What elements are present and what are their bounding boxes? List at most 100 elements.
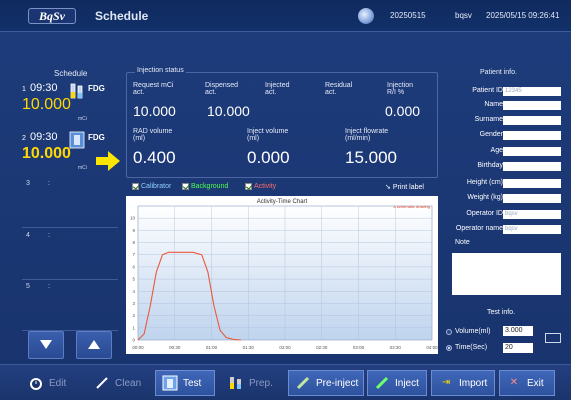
patient-info-heading: Patient info.: [480, 69, 517, 76]
activity-time-chart: Activity-Time Chart A schematic drawing 0 1…: [126, 196, 438, 354]
brand-logo: BqSv: [28, 8, 76, 24]
y-tick-label: 3: [132, 301, 135, 306]
patient-field-input[interactable]: [503, 101, 561, 110]
patient-field-label: Birthday: [477, 162, 503, 169]
checkbox-checked-icon: [182, 183, 189, 190]
patient-field-input[interactable]: 12345: [503, 87, 561, 96]
y-tick-label: 7: [132, 252, 135, 257]
pre-inject-label: Pre-inject: [316, 377, 359, 389]
rad-volume-value: 0.400: [133, 148, 176, 167]
patient-field-input[interactable]: [503, 131, 561, 140]
patient-field-label: Surname: [474, 116, 503, 123]
note-label: Note: [455, 239, 470, 246]
patient-field-input[interactable]: [503, 162, 561, 171]
background-checkbox[interactable]: Background: [182, 183, 228, 190]
y-tick-label: 2: [132, 313, 135, 318]
schedule-activity: 10.000: [22, 145, 71, 162]
residual-act-label: Residual act.: [325, 82, 353, 96]
pre-inject-button[interactable]: Pre-inject: [288, 370, 364, 396]
patient-field-label: Weight (kg): [467, 194, 503, 201]
patient-field-label: Operator ID: [466, 210, 503, 217]
patient-field-input[interactable]: [503, 179, 561, 188]
schedule-slot-5[interactable]: 5 :: [22, 283, 118, 331]
scroll-down-button[interactable]: [28, 331, 64, 359]
patient-field-label: Operator name: [455, 225, 503, 232]
patient-field-label: Name: [484, 101, 503, 108]
syringe-icon: [296, 376, 310, 390]
volume-label: Volume(ml): [455, 328, 491, 335]
inject-syringe-icon: [375, 376, 389, 390]
injection-status-heading: Injection status: [135, 67, 186, 74]
time-radio[interactable]: Time(Sec): [446, 344, 487, 351]
bottom-toolbar: Edit Clean Test Prep. Pre-inject Inject …: [0, 364, 571, 400]
schedule-activity: 10.000: [22, 96, 71, 113]
app-window: BqSv Schedule 20250515 bqsv 2025/05/15 0…: [0, 0, 571, 400]
chart-svg: Activity-Time ChartA schematic drawing01…: [130, 199, 438, 350]
schedule-unit: mCi: [78, 116, 87, 122]
radio-off-icon: [446, 328, 452, 335]
test-button[interactable]: Test: [155, 370, 215, 396]
keyboard-icon[interactable]: [545, 333, 561, 343]
x-tick-label: 02:30: [316, 345, 328, 350]
dispensed-act-label: Dispensed act.: [205, 82, 239, 96]
patient-field-input[interactable]: [503, 147, 561, 156]
close-icon: ✕: [509, 377, 519, 388]
print-label-button[interactable]: ➘ Print label: [385, 183, 424, 191]
slot-num: 3: [26, 180, 30, 187]
header-datetime: 2025/05/15 09:26:41: [486, 11, 560, 20]
test-time-input[interactable]: 20: [503, 343, 533, 353]
slot-num: 4: [26, 232, 30, 239]
prep-button[interactable]: Prep.: [222, 370, 282, 396]
schedule-time: 09:30: [30, 82, 58, 94]
inject-button[interactable]: Inject: [367, 370, 427, 396]
inject-volume-value: 0.000: [247, 148, 290, 167]
patient-field-input[interactable]: bqsv: [503, 210, 561, 219]
x-tick-label: 03:30: [390, 345, 402, 350]
slot-num: 5: [26, 283, 30, 290]
scroll-up-button[interactable]: [76, 331, 112, 359]
schedule-time: 09:30: [30, 131, 58, 143]
patient-field-input[interactable]: bqsv: [503, 225, 561, 234]
test-volume-input[interactable]: 3.000: [503, 326, 533, 336]
activity-label: Activity: [254, 183, 277, 190]
y-tick-label: 0: [132, 338, 135, 343]
schedule-slot-4[interactable]: 4 :: [22, 232, 118, 280]
y-tick-label: 1: [132, 325, 135, 330]
patient-field-label: Patient ID: [472, 87, 503, 94]
header-date: 20250515: [390, 11, 426, 20]
injection-status-panel: Injection status Request mCi act. Dispen…: [126, 67, 438, 178]
calibrator-checkbox[interactable]: Calibrator: [132, 183, 171, 190]
patient-field-input[interactable]: [503, 194, 561, 203]
exit-button[interactable]: ✕ Exit: [499, 370, 555, 396]
header-user: bqsv: [455, 11, 472, 20]
import-button[interactable]: ⇥ Import: [431, 370, 495, 396]
calibrator-label: Calibrator: [141, 183, 172, 190]
x-tick-label: 04:00: [426, 345, 438, 350]
triangle-up-icon: [88, 340, 100, 349]
activity-checkbox[interactable]: Activity: [245, 183, 276, 190]
patient-field-label: Height (cm): [466, 179, 503, 186]
import-arrow-icon: ⇥: [441, 377, 451, 388]
y-tick-label: 10: [130, 216, 136, 221]
clean-button[interactable]: Clean: [88, 370, 150, 396]
patient-field-label: Age: [490, 147, 503, 154]
schedule-unit: mCi: [78, 165, 87, 171]
prep-label: Prep.: [249, 377, 273, 389]
schedule-slot-3[interactable]: 3 :: [22, 180, 118, 228]
inject-volume-label: Inject volume (ml): [247, 128, 289, 142]
volume-radio[interactable]: Volume(ml): [446, 328, 490, 335]
syringe-vial-icon: [70, 83, 83, 99]
edit-button[interactable]: Edit: [22, 370, 82, 396]
clean-label: Clean: [115, 377, 142, 389]
prep-vials-icon: [230, 377, 241, 389]
schedule-isotope: FDG: [88, 84, 105, 93]
schedule-num: 2: [22, 135, 26, 142]
network-globe-icon[interactable]: [358, 8, 374, 24]
patient-field-input[interactable]: [503, 116, 561, 125]
note-textarea[interactable]: [452, 253, 561, 295]
current-item-arrow-icon: [96, 151, 120, 171]
patient-field-label: Gender: [479, 131, 503, 138]
x-tick-label: 01:30: [243, 345, 255, 350]
background-label: Background: [191, 183, 229, 190]
inject-label: Inject: [395, 377, 419, 389]
